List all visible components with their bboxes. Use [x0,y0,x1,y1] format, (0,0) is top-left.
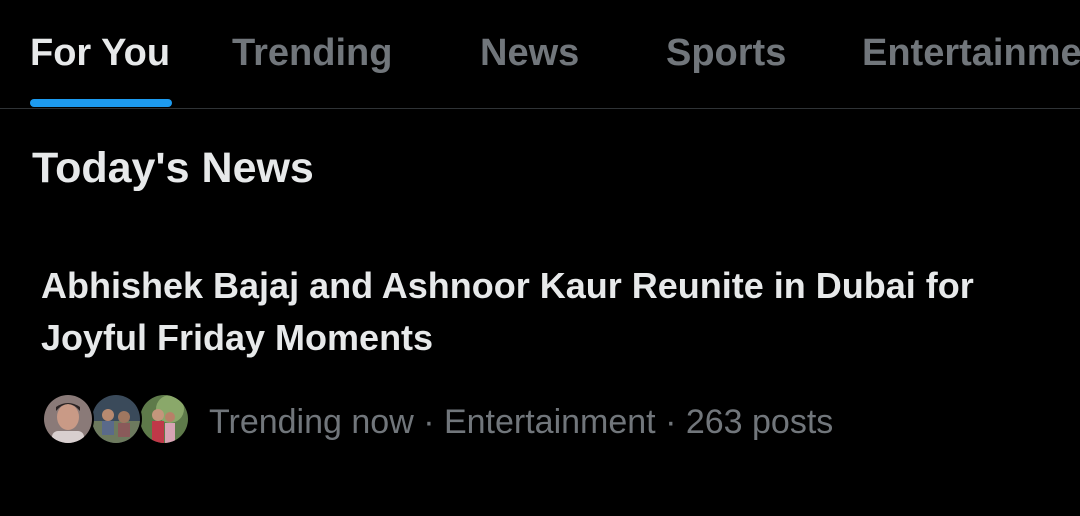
avatar [90,393,142,445]
avatar-photo-man [44,395,92,443]
tab-label: Trending [232,32,393,74]
news-card[interactable]: Abhishek Bajaj and Ashnoor Kaur Reunite … [0,240,1080,470]
news-headline[interactable]: Abhishek Bajaj and Ashnoor Kaur Reunite … [41,260,1041,364]
section-title: Today's News [32,144,314,192]
tab-news[interactable]: News [480,0,586,108]
avatar [42,393,94,445]
tab-label: News [480,32,580,74]
tab-label: For You [30,32,171,74]
active-tab-indicator [30,99,172,107]
avatar [138,393,190,445]
news-meta: Trending now · Entertainment · 263 posts [209,403,834,441]
tab-sports[interactable]: Sports [666,0,798,108]
avatar-photo-group [92,395,140,443]
avatar-stack [42,393,192,449]
tab-for-you[interactable]: For You [30,0,175,108]
avatar-photo-couple [140,395,188,443]
tab-label: Sports [666,32,787,74]
top-tab-bar: For You Trending News Sports Entertainme… [0,0,1080,109]
tab-label: Entertainment [862,32,1080,74]
tab-entertainment[interactable]: Entertainment [862,0,1080,108]
tab-trending[interactable]: Trending [232,0,404,108]
